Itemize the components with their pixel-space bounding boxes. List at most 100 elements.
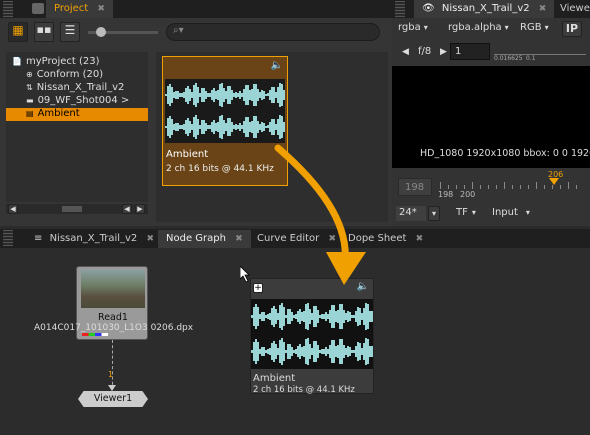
tab-sequence[interactable]: ≡ Nissan_X_Trail_v2 ✖ bbox=[26, 230, 162, 248]
tab-project[interactable]: Project ✖ bbox=[46, 0, 113, 18]
tab-viewer-label: Viewer bbox=[560, 3, 590, 14]
waveform-sample bbox=[371, 310, 373, 323]
tiles-icon: ▪▪ bbox=[36, 23, 52, 36]
fps-field[interactable]: 24* bbox=[396, 206, 426, 221]
scroll-thumb[interactable] bbox=[62, 206, 82, 212]
timeline-tick bbox=[456, 185, 457, 189]
tf-dropdown[interactable]: TF ▾ bbox=[456, 207, 476, 218]
panel-grip-icon[interactable] bbox=[3, 230, 13, 246]
gain-arrow-right-icon[interactable]: ▶ bbox=[440, 47, 447, 57]
colorspace-dropdown[interactable]: RGB ▾ bbox=[520, 22, 556, 38]
alpha-dropdown[interactable]: rgba.alpha ▾ bbox=[448, 22, 509, 38]
close-icon[interactable]: ✖ bbox=[328, 234, 336, 244]
alpha-dropdown-value: rgba.alpha bbox=[448, 22, 502, 33]
tab-project-label: Project bbox=[54, 3, 89, 14]
channel-dropdown-value: rgba bbox=[398, 22, 421, 33]
tree-item-label: myProject (23) bbox=[25, 56, 100, 67]
audio-node[interactable]: + 🔈 Ambient 2 ch 16 bits @ 44.1 KHz bbox=[250, 278, 374, 395]
mouse-cursor-icon bbox=[240, 266, 250, 282]
clip-waveform bbox=[165, 79, 285, 143]
expand-icon[interactable]: + bbox=[253, 283, 263, 293]
close-icon[interactable]: ✖ bbox=[146, 234, 154, 244]
timeline-tick-label: 200 bbox=[460, 190, 476, 199]
tree-item[interactable]: ▬ 09_WF_Shot004 > bbox=[6, 95, 148, 108]
thumbnail-view-button[interactable]: ▪▪ bbox=[34, 22, 54, 42]
panel-grip-icon[interactable] bbox=[395, 1, 405, 17]
current-frame-value: 198 bbox=[405, 182, 425, 193]
timeline-tick bbox=[448, 185, 449, 189]
timeline-tick bbox=[480, 185, 481, 189]
read-node-thumbnail bbox=[81, 270, 145, 308]
chevron-down-icon: ▾ bbox=[544, 23, 549, 32]
grid-view-button[interactable]: ▦ bbox=[8, 22, 28, 42]
tab-curve-editor[interactable]: Curve Editor ✖ bbox=[249, 230, 344, 248]
playhead-icon[interactable] bbox=[549, 178, 559, 185]
input-value: Input bbox=[492, 207, 518, 218]
ip-button-label: IP bbox=[565, 22, 579, 35]
timeline-tick bbox=[536, 182, 537, 189]
search-input[interactable]: ⌕▾ bbox=[166, 23, 380, 41]
gain-slider[interactable]: 0.016625 0.1 bbox=[494, 42, 586, 62]
tree-item-label: Nissan_X_Trail_v2 bbox=[36, 82, 125, 93]
viewer-node[interactable]: Viewer1 bbox=[78, 391, 148, 407]
tree-item[interactable]: ⇅ Nissan_X_Trail_v2 bbox=[6, 82, 148, 95]
tab-dope-sheet-label: Dope Sheet bbox=[348, 233, 407, 244]
close-icon[interactable]: ✖ bbox=[539, 4, 547, 14]
gain-tick-label: 0.016625 bbox=[494, 55, 523, 62]
channel-dropdown[interactable]: rgba ▾ bbox=[398, 22, 438, 38]
close-icon[interactable]: ✖ bbox=[97, 4, 105, 14]
chevron-down-icon: ▾ bbox=[525, 208, 530, 217]
audio-node-waveform bbox=[251, 299, 373, 369]
clip-name: Ambient bbox=[166, 149, 209, 160]
clip-info: 2 ch 16 bits @ 44.1 KHz bbox=[166, 164, 274, 174]
viewer-tab-bar: 👁 Nissan_X_Trail_v2 ✖ Viewer bbox=[392, 0, 590, 18]
tab-node-graph[interactable]: Node Graph ✖ bbox=[158, 230, 251, 248]
tree-item-icon: 📄 bbox=[12, 57, 22, 66]
viewer-canvas[interactable]: HD_1080 1920x1080 bbox: 0 0 1920 108 bbox=[392, 66, 590, 168]
panel-grip-icon[interactable] bbox=[3, 1, 13, 17]
timeline-tick bbox=[560, 185, 561, 189]
current-frame-field[interactable]: 198 bbox=[398, 178, 432, 196]
frame-field[interactable]: 1 bbox=[450, 43, 490, 60]
scroll-left-button[interactable]: ◀ bbox=[8, 204, 18, 214]
scroll-left-button-2[interactable]: ◀ bbox=[122, 204, 132, 214]
tree-item[interactable]: ⊕ Conform (20) bbox=[6, 69, 148, 82]
tab-viewer-source[interactable]: 👁 Nissan_X_Trail_v2 ✖ bbox=[414, 0, 555, 18]
scroll-right-button[interactable]: ▶ bbox=[135, 204, 145, 214]
timeline-scrubber[interactable]: 206 198 200 bbox=[436, 170, 586, 200]
search-icon: ⌕▾ bbox=[173, 25, 184, 36]
timeline-tick-label: 198 bbox=[438, 190, 454, 199]
chevron-down-icon: ▾ bbox=[423, 23, 428, 32]
tab-viewer[interactable]: Viewer bbox=[552, 0, 590, 18]
zoom-slider[interactable] bbox=[88, 27, 158, 37]
ip-button[interactable]: IP bbox=[562, 21, 582, 37]
close-icon[interactable]: ✖ bbox=[416, 234, 424, 244]
list-view-button[interactable]: ☰ bbox=[60, 22, 80, 42]
tree-item-icon: ▬ bbox=[26, 96, 34, 105]
tab-dope-sheet[interactable]: Dope Sheet ✖ bbox=[340, 230, 431, 248]
clip-thumbnail[interactable]: 🔈 Ambient 2 ch 16 bits @ 44.1 KHz bbox=[162, 56, 288, 186]
sequence-icon: ≡ bbox=[34, 233, 43, 244]
timeline-tick bbox=[528, 185, 529, 189]
input-dropdown[interactable]: Input ▾ bbox=[492, 207, 530, 218]
waveform-sample bbox=[371, 345, 373, 358]
tree-item[interactable]: ▤ Ambient bbox=[6, 108, 148, 121]
project-tab-bar: Project ✖ bbox=[0, 0, 392, 18]
close-icon[interactable]: ✖ bbox=[235, 234, 243, 244]
timeline-tick bbox=[512, 185, 513, 189]
node-connection[interactable] bbox=[112, 340, 113, 390]
timeline-tick bbox=[504, 182, 505, 189]
project-folder-icon bbox=[32, 3, 44, 14]
grid-icon: ▦ bbox=[12, 23, 24, 37]
bin-contents: 🔈 Ambient 2 ch 16 bits @ 44.1 KHz bbox=[156, 52, 388, 222]
tree-item[interactable]: 📄 myProject (23) bbox=[6, 56, 148, 69]
viewer-panel: rgba ▾ rgba.alpha ▾ RGB ▾ IP ◀ f/8 ▶ 1 0.01… bbox=[392, 18, 590, 226]
fps-dropdown[interactable]: ▾ bbox=[428, 206, 440, 221]
list-icon: ☰ bbox=[64, 23, 76, 37]
zoom-slider-handle[interactable] bbox=[96, 27, 106, 37]
tree-item-icon: ▤ bbox=[26, 109, 34, 118]
gain-arrow-icon[interactable]: ◀ bbox=[402, 47, 409, 57]
timeline-tick bbox=[568, 182, 569, 189]
tree-scrollbar[interactable]: ◀ ◀ ▶ bbox=[6, 204, 148, 214]
node-graph-canvas[interactable]: Read1 A014C017_101030_L1O3 0206.dpx 1 Vi… bbox=[0, 248, 590, 435]
